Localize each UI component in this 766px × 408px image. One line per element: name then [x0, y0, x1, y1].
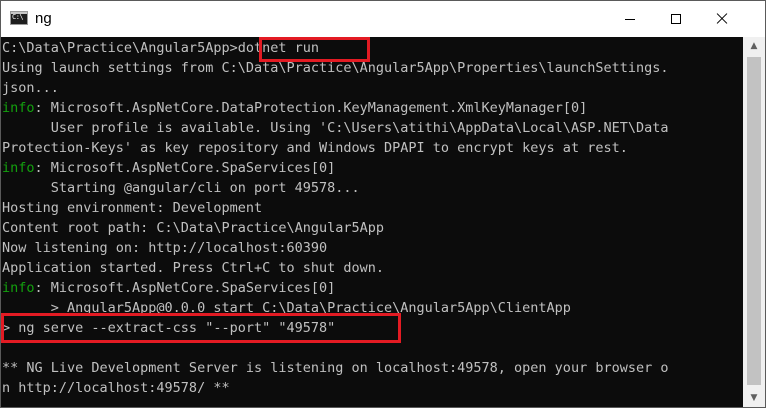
- scroll-down-arrow-icon[interactable]: ▼: [743, 389, 765, 407]
- terminal-line: Using launch settings from C:\Data\Pract…: [2, 58, 743, 78]
- terminal-line-text: Application started. Press Ctrl+C to shu…: [2, 260, 385, 276]
- console-window: C:\ ng C:\Data\Practice\Angular5App>dotn…: [0, 0, 766, 408]
- terminal-line-text: : Microsoft.AspNetCore.SpaServices[0]: [34, 280, 336, 296]
- terminal-line: Starting @angular/cli on port 49578...: [2, 178, 743, 198]
- terminal-line-text: Starting @angular/cli on port 49578...: [2, 180, 360, 196]
- terminal-line-text: json...: [2, 80, 59, 96]
- terminal-line: ** NG Live Development Server is listeni…: [2, 358, 743, 378]
- highlight-box-ng-serve: [1, 313, 401, 343]
- minimize-icon: [625, 19, 635, 20]
- title-bar[interactable]: C:\ ng: [1, 1, 765, 37]
- maximize-icon: [671, 14, 681, 24]
- terminal-line: Application started. Press Ctrl+C to shu…: [2, 258, 743, 278]
- cmd-icon[interactable]: C:\: [10, 11, 28, 25]
- terminal-line: C:\Data\Practice\Angular5App>dotnet run: [2, 38, 743, 58]
- terminal-line: Hosting environment: Development: [2, 198, 743, 218]
- scroll-up-arrow-icon[interactable]: ▲: [743, 37, 765, 55]
- terminal-line: Content root path: C:\Data\Practice\Angu…: [2, 218, 743, 238]
- terminal-line: info: Microsoft.AspNetCore.SpaServices[0…: [2, 158, 743, 178]
- terminal-line-text: : Microsoft.AspNetCore.SpaServices[0]: [34, 160, 336, 176]
- terminal-line: User profile is available. Using 'C:\Use…: [2, 118, 743, 138]
- log-level-label: info: [2, 280, 35, 296]
- terminal-line: info: Microsoft.AspNetCore.DataProtectio…: [2, 98, 743, 118]
- terminal-line-text: Using launch settings from C:\Data\Pract…: [2, 60, 669, 76]
- close-button[interactable]: [699, 1, 745, 37]
- terminal-line: Protection-Keys' as key repository and W…: [2, 138, 743, 158]
- window-title: ng: [35, 10, 52, 27]
- terminal-line: json...: [2, 78, 743, 98]
- terminal-line-text: n http://localhost:49578/ **: [2, 380, 230, 396]
- highlight-box-dotnet-run: [259, 37, 370, 62]
- vertical-scrollbar[interactable]: ▲ ▼: [743, 37, 765, 407]
- scrollbar-thumb[interactable]: [747, 57, 761, 385]
- log-level-label: info: [2, 100, 35, 116]
- terminal-line-text: Content root path: C:\Data\Practice\Angu…: [2, 220, 385, 236]
- terminal-line-text: Hosting environment: Development: [2, 200, 263, 216]
- terminal-line: n http://localhost:49578/ **: [2, 378, 743, 398]
- terminal-line-text: User profile is available. Using 'C:\Use…: [2, 120, 669, 136]
- terminal-line-text: ** NG Live Development Server is listeni…: [2, 360, 669, 376]
- minimize-button[interactable]: [607, 1, 653, 37]
- console-text: C:\Data\Practice\Angular5App>dotnet run U…: [1, 37, 743, 398]
- terminal-line-text: Protection-Keys' as key repository and W…: [2, 140, 628, 156]
- terminal-output[interactable]: C:\Data\Practice\Angular5App>dotnet run U…: [1, 37, 743, 407]
- terminal-line: info: Microsoft.AspNetCore.SpaServices[0…: [2, 278, 743, 298]
- terminal-line-text: : Microsoft.AspNetCore.DataProtection.Ke…: [34, 100, 588, 116]
- maximize-button[interactable]: [653, 1, 699, 37]
- log-level-label: info: [2, 160, 35, 176]
- terminal-line: Now listening on: http://localhost:60390: [2, 238, 743, 258]
- terminal-line-text: Now listening on: http://localhost:60390: [2, 240, 328, 256]
